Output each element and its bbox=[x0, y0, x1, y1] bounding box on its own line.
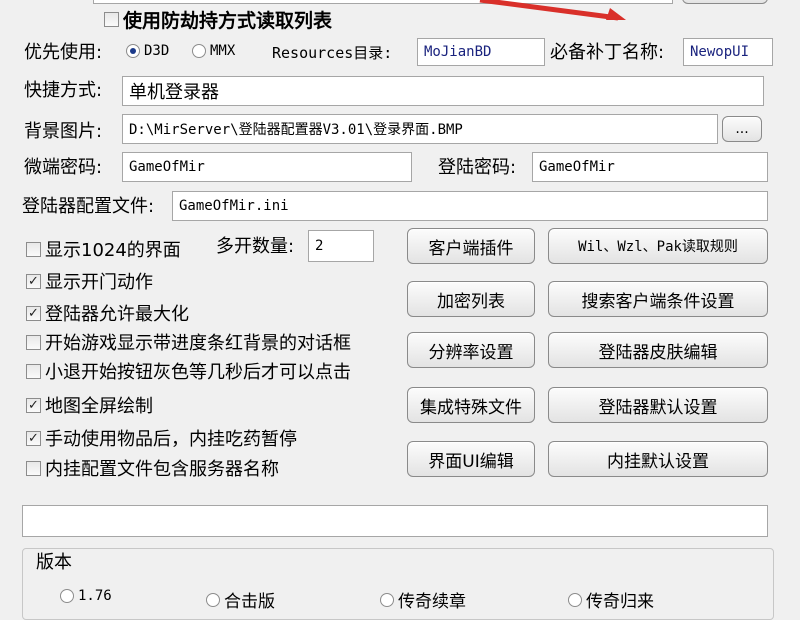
option-progress-dialog[interactable]: 开始游戏显示带进度条红背景的对话框 bbox=[26, 329, 351, 355]
patch-label: 必备补丁名称: bbox=[550, 42, 665, 63]
background-input[interactable]: D:\MirServer\登陆器配置器V3.01\登录界面.BMP bbox=[122, 114, 718, 144]
button-label: 分辨率设置 bbox=[428, 342, 514, 363]
login-pwd-value: GameOfMir bbox=[539, 159, 615, 175]
radio-d3d-label: D3D bbox=[144, 43, 170, 59]
background-value: D:\MirServer\登陆器配置器V3.01\登录界面.BMP bbox=[129, 122, 463, 138]
default-settings-button[interactable]: 登陆器默认设置 bbox=[548, 387, 768, 423]
button-label: 登陆器皮肤编辑 bbox=[598, 342, 718, 363]
option-label: 开始游戏显示带进度条红背景的对话框 bbox=[45, 333, 351, 354]
wil-rules-button[interactable]: Wil、Wzl、Pak读取规则 bbox=[548, 228, 768, 264]
checkbox-box bbox=[104, 12, 119, 27]
button-label: 客户端插件 bbox=[428, 238, 514, 259]
radio-circle bbox=[60, 589, 74, 603]
option-gray-button[interactable]: 小退开始按钮灰色等几秒后才可以点击 bbox=[26, 358, 351, 384]
version-option[interactable]: 1.76 bbox=[60, 588, 112, 604]
option-fullscreen-map[interactable]: ✓ 地图全屏绘制 bbox=[26, 392, 153, 418]
option-server-name[interactable]: 内挂配置文件包含服务器名称 bbox=[26, 455, 279, 481]
option-label: 显示1024的界面 bbox=[45, 240, 181, 261]
patch-value: NewopUI bbox=[690, 44, 750, 60]
option-label: 内挂配置文件包含服务器名称 bbox=[45, 459, 279, 480]
radio-mmx[interactable]: MMX bbox=[192, 43, 235, 59]
check-icon: ✓ bbox=[26, 273, 41, 289]
config-file-input[interactable]: GameOfMir.ini bbox=[172, 191, 768, 221]
shortcut-label: 快捷方式: bbox=[24, 80, 103, 101]
check-icon: ✓ bbox=[26, 397, 41, 413]
config-file-value: GameOfMir.ini bbox=[179, 198, 289, 214]
button-label: 搜索客户端条件设置 bbox=[581, 291, 735, 312]
button-label: 界面UI编辑 bbox=[428, 451, 514, 472]
check-icon: ✓ bbox=[26, 305, 41, 321]
multi-input[interactable]: 2 bbox=[308, 230, 374, 262]
checkbox-box bbox=[26, 334, 41, 350]
top-button-partial[interactable] bbox=[682, 0, 768, 4]
option-1024-ui[interactable]: 显示1024的界面 bbox=[26, 236, 181, 262]
option-maximize[interactable]: ✓ 登陆器允许最大化 bbox=[26, 300, 189, 326]
option-door-anim[interactable]: ✓ 显示开门动作 bbox=[26, 268, 153, 294]
option-label: 手动使用物品后，内挂吃药暂停 bbox=[45, 429, 297, 450]
multi-value: 2 bbox=[315, 238, 324, 254]
red-arrow-annotation bbox=[479, 0, 626, 21]
client-pwd-value: GameOfMir bbox=[129, 159, 205, 175]
plugin-default-button[interactable]: 内挂默认设置 bbox=[548, 441, 768, 477]
shortcut-input[interactable]: 单机登录器 bbox=[122, 76, 764, 106]
version-option-label: 1.76 bbox=[78, 588, 112, 604]
readlist-label: 使用防劫持方式读取列表 bbox=[123, 10, 333, 32]
option-label: 登陆器允许最大化 bbox=[45, 304, 189, 325]
radio-mmx-label: MMX bbox=[210, 43, 236, 59]
client-pwd-label: 微端密码: bbox=[24, 157, 103, 178]
option-label: 小退开始按钮灰色等几秒后才可以点击 bbox=[45, 362, 351, 383]
button-label: 集成特殊文件 bbox=[420, 397, 522, 418]
button-label: 加密列表 bbox=[437, 291, 505, 312]
button-label: 登陆器默认设置 bbox=[598, 397, 718, 418]
background-label: 背景图片: bbox=[24, 121, 103, 142]
login-pwd-label: 登陆密码: bbox=[438, 157, 517, 178]
radio-d3d[interactable]: D3D bbox=[126, 43, 169, 59]
ui-edit-button[interactable]: 界面UI编辑 bbox=[407, 441, 535, 477]
browse-button[interactable]: ... bbox=[722, 116, 762, 142]
status-field[interactable] bbox=[22, 505, 768, 537]
patch-input[interactable]: NewopUI bbox=[683, 38, 773, 66]
search-client-button[interactable]: 搜索客户端条件设置 bbox=[548, 281, 768, 317]
checkbox-box bbox=[26, 460, 41, 476]
version-title: 版本 bbox=[32, 552, 76, 574]
config-file-label: 登陆器配置文件: bbox=[22, 196, 155, 217]
encrypt-list-button[interactable]: 加密列表 bbox=[407, 281, 535, 317]
option-pause-potion[interactable]: ✓ 手动使用物品后，内挂吃药暂停 bbox=[26, 425, 297, 451]
check-icon: ✓ bbox=[26, 430, 41, 446]
skin-edit-button[interactable]: 登陆器皮肤编辑 bbox=[548, 332, 768, 368]
resources-input[interactable]: MoJianBD bbox=[417, 38, 545, 66]
client-plugin-button[interactable]: 客户端插件 bbox=[407, 228, 535, 264]
radio-circle bbox=[192, 44, 206, 58]
button-label: Wil、Wzl、Pak读取规则 bbox=[578, 239, 738, 255]
multi-label: 多开数量: bbox=[216, 236, 295, 257]
option-label: 显示开门动作 bbox=[45, 272, 153, 293]
resources-label: Resources目录: bbox=[272, 44, 393, 62]
button-label: 内挂默认设置 bbox=[607, 451, 709, 472]
shortcut-value: 单机登录器 bbox=[129, 82, 219, 103]
browse-label: ... bbox=[735, 121, 749, 137]
client-pwd-input[interactable]: GameOfMir bbox=[122, 152, 412, 182]
checkbox-box bbox=[26, 241, 41, 257]
option-label: 地图全屏绘制 bbox=[45, 396, 153, 417]
checkbox-box bbox=[26, 363, 41, 379]
readlist-checkbox[interactable]: 使用防劫持方式读取列表 bbox=[104, 6, 332, 33]
priority-label: 优先使用: bbox=[24, 42, 103, 63]
login-pwd-input[interactable]: GameOfMir bbox=[532, 152, 768, 182]
radio-circle bbox=[126, 44, 140, 58]
resolution-button[interactable]: 分辨率设置 bbox=[407, 332, 535, 368]
integrate-files-button[interactable]: 集成特殊文件 bbox=[407, 387, 535, 423]
resources-value: MoJianBD bbox=[424, 44, 492, 60]
